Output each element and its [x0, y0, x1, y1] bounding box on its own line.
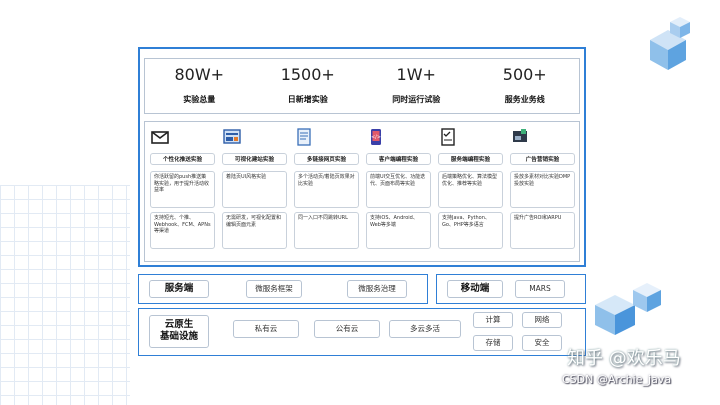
document-icon: [297, 128, 311, 146]
server-row: 服务端 微服务框架 微服务治理: [138, 274, 428, 304]
card-desc: 提升广告ROI和ARPU: [510, 212, 575, 249]
private-cloud[interactable]: 私有云: [233, 320, 299, 338]
card-ads[interactable]: 广告营销实验 投放多素材对比实验DMP投放实验 提升广告ROI和ARPU: [510, 126, 575, 249]
microservice-framework[interactable]: 微服务框架: [246, 280, 302, 298]
server-label: 服务端: [149, 280, 209, 298]
card-desc: 同一入口不同跳转URL: [294, 212, 359, 249]
stat-business-lines: 500+ 服务业务线: [471, 59, 580, 113]
card-multi-link[interactable]: 多链接网页实验 多个活动页/着陆页效果对比实验 同一入口不同跳转URL: [294, 126, 359, 249]
card-desc: 多个活动页/着陆页效果对比实验: [294, 171, 359, 208]
card-visual-site[interactable]: 可视化建站实验 着陆页UI风格实验 无需研发，可视化配置和编辑页面元素: [222, 126, 287, 249]
mobile-code-icon: </>: [371, 129, 381, 145]
card-server[interactable]: 服务端编程实验 后端策略优化、算法模型优化、推荐等实验 支持Java、Pytho…: [438, 126, 503, 249]
envelope-icon: [151, 131, 169, 144]
stat-label: 服务业务线: [504, 95, 545, 104]
card-title: 多链接网页实验: [294, 153, 359, 165]
site-builder-icon: [223, 129, 241, 144]
card-desc: 支持短光、个推、Webhook、FCM、APNs等渠道: [150, 212, 215, 249]
stat-label: 实验总量: [183, 95, 216, 104]
stat-number: 1500+: [280, 65, 335, 84]
stat-number: 500+: [502, 65, 547, 84]
stats-panel: 80W+ 实验总量 1500+ 日新增实验 1W+ 同时运行试验 500+ 服务…: [144, 58, 580, 114]
card-desc: 无需研发，可视化配置和编辑页面元素: [222, 212, 287, 249]
stat-label: 日新增实验: [287, 95, 328, 104]
capability-frame: 80W+ 实验总量 1500+ 日新增实验 1W+ 同时运行试验 500+ 服务…: [138, 47, 586, 267]
public-cloud[interactable]: 公有云: [314, 320, 380, 338]
card-title: 个性化推送实验: [150, 153, 215, 165]
compute-item[interactable]: 计算: [473, 312, 513, 328]
card-desc: 前端UI交互优化、功能迭代、页面布局等实验: [366, 171, 431, 208]
mobile-label: 移动端: [447, 280, 503, 298]
card-desc: 你活跃留的push推送策略实验，用于提升活动收益率: [150, 171, 215, 208]
stat-daily-new: 1500+ 日新增实验: [254, 59, 363, 113]
card-desc: 支持iOS、Android、Web等多端: [366, 212, 431, 249]
experiment-types-panel: 个性化推送实验 你活跃留的push推送策略实验，用于提升活动收益率 支持短光、个…: [144, 121, 580, 262]
card-title: 广告营销实验: [510, 153, 575, 165]
card-title: 可视化建站实验: [222, 153, 287, 165]
checklist-icon: [441, 128, 455, 146]
network-item[interactable]: 网络: [522, 312, 562, 328]
card-push[interactable]: 个性化推送实验 你活跃留的push推送策略实验，用于提升活动收益率 支持短光、个…: [150, 126, 215, 249]
microservice-governance[interactable]: 微服务治理: [347, 280, 407, 298]
card-client[interactable]: </> 客户端编程实验 前端UI交互优化、功能迭代、页面布局等实验 支持iOS、…: [366, 126, 431, 249]
stat-concurrent: 1W+ 同时运行试验: [362, 59, 471, 113]
stat-total-experiments: 80W+ 实验总量: [145, 59, 254, 113]
zhihu-watermark: 知乎 @欢乐马: [567, 348, 681, 369]
security-item[interactable]: 安全: [522, 335, 562, 351]
svg-text:</>: </>: [371, 135, 381, 141]
card-desc: 投放多素材对比实验DMP投放实验: [510, 171, 575, 208]
multi-cloud-active[interactable]: 多云多活: [389, 320, 461, 338]
storage-item[interactable]: 存储: [473, 335, 513, 351]
stat-number: 80W+: [174, 65, 225, 84]
card-title: 服务端编程实验: [438, 153, 503, 165]
decorative-cubes-top: [650, 17, 690, 70]
stat-number: 1W+: [396, 65, 436, 84]
card-desc: 后端策略优化、算法模型优化、推荐等实验: [438, 171, 503, 208]
decorative-grid: [0, 185, 130, 405]
card-title: 客户端编程实验: [366, 153, 431, 165]
card-desc: 支持Java、Python、Go、PHP等多语言: [438, 212, 503, 249]
stat-label: 同时运行试验: [392, 95, 441, 104]
ad-icon: [513, 129, 527, 142]
card-desc: 着陆页UI风格实验: [222, 171, 287, 208]
cloud-native-row: 云原生 基础设施 私有云 公有云 多云多活 计算 网络 存储 安全: [138, 308, 586, 356]
mobile-row: 移动端 MARS: [436, 274, 586, 304]
csdn-watermark: CSDN @Archie_java: [562, 373, 672, 386]
mars-item[interactable]: MARS: [515, 280, 565, 298]
decorative-cubes-bottom: [595, 283, 661, 335]
cloud-native-label: 云原生 基础设施: [149, 315, 209, 348]
